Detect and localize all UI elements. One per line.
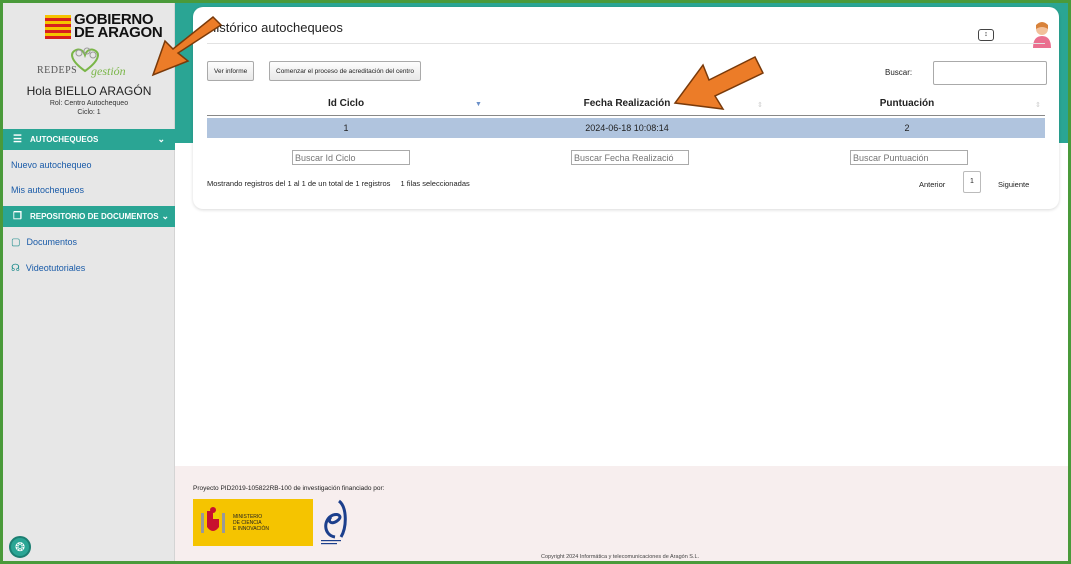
copyright-text: Copyright 2024 Informática y telecomunic…: [541, 554, 700, 560]
title-divider: [207, 43, 1045, 44]
link-label: Documentos: [26, 237, 77, 247]
sidebar-item-mis-autochequeos[interactable]: Mis autochequeos: [11, 185, 84, 195]
search-input[interactable]: [933, 61, 1047, 85]
user-cycle: Ciclo: 1: [77, 109, 101, 116]
sidebar-item-nuevo-autochequeo[interactable]: Nuevo autochequeo: [11, 160, 92, 170]
footer: Proyecto PID2019-105822RB-100 de investi…: [175, 466, 1068, 561]
chevron-down-icon: ⌄: [157, 134, 165, 144]
sidebar-item-documentos[interactable]: ▢ Documentos: [11, 237, 77, 248]
aragon-flag-icon: [45, 15, 71, 39]
table-info: Mostrando registros del 1 al 1 de un tot…: [207, 179, 470, 188]
brand-gestion: gestión: [91, 64, 126, 78]
ministry-logo: MINISTERIO DE CIENCIA E INNOVACIÓN: [193, 499, 313, 546]
document-icon: ▢: [11, 237, 21, 248]
user-role: Rol: Centro Autochequeo: [49, 100, 129, 107]
selected-info: 1 filas seleccionadas: [400, 179, 470, 188]
cookie-settings-button[interactable]: ❂: [9, 536, 31, 558]
link-label: Videotutoriales: [25, 263, 86, 273]
table-row[interactable]: 1 2024-06-18 10:08:14 2: [207, 118, 1045, 138]
chevron-down-icon: ⌄: [161, 211, 169, 221]
section-label: REPOSITORIO DE DOCUMENTOS: [29, 212, 159, 221]
coat-of-arms-icon: [201, 507, 225, 533]
cell-puntuacion: 2: [904, 123, 910, 133]
pager-next-button[interactable]: Siguiente: [998, 180, 1029, 189]
user-info: Hola BIELLO ARAGÓN Rol: Centro Autochequ…: [3, 84, 175, 116]
sort-icon[interactable]: ⇕: [1035, 101, 1041, 109]
sidebar-item-videotutoriales[interactable]: ☊ Videotutoriales: [11, 263, 85, 274]
headphones-icon: ☊: [11, 263, 20, 274]
column-header-puntuacion[interactable]: Puntuación: [769, 98, 1045, 109]
sort-desc-icon[interactable]: ▼: [475, 101, 482, 108]
sidebar-section-autochequeos[interactable]: ☰ AUTOCHEQUEOS ⌄: [3, 129, 175, 150]
research-agency-logo: [321, 499, 347, 545]
view-report-button[interactable]: Ver informe: [207, 61, 255, 81]
book-icon: ❐: [13, 211, 22, 222]
brand-redeps: REDEPS: [37, 65, 78, 76]
project-funding-text: Proyecto PID2019-105822RB-100 de investi…: [193, 485, 385, 492]
logo-line-2: DE ARAGON: [74, 24, 163, 41]
sort-icon[interactable]: ⇕: [757, 101, 763, 109]
theme-toggle-button[interactable]: ↕: [978, 29, 994, 41]
column-header-fecha[interactable]: Fecha Realización: [485, 98, 769, 109]
cookie-icon: ❂: [14, 540, 26, 554]
cell-id-ciclo: 1: [343, 123, 349, 133]
page-title: Histórico autochequeos: [207, 20, 343, 35]
user-greeting: Hola BIELLO ARAGÓN: [26, 84, 152, 98]
sidebar-section-repositorio[interactable]: ❐ REPOSITORIO DE DOCUMENTOS ⌄: [3, 206, 175, 227]
cell-fecha: 2024-06-18 10:08:14: [585, 123, 669, 133]
app-window: GOBIERNO DE ARAGON REDEPS gestión Hola B…: [0, 0, 1071, 564]
start-accreditation-button[interactable]: Comenzar el proceso de acreditación del …: [269, 61, 422, 81]
section-label: AUTOCHEQUEOS: [29, 135, 99, 144]
ministry-line-3: E INNOVACIÓN: [233, 526, 270, 532]
gobierno-aragon-logo: GOBIERNO DE ARAGON: [45, 12, 163, 43]
redeps-logo: REDEPS gestión: [33, 47, 143, 79]
column-header-id-ciclo[interactable]: Id Ciclo: [207, 98, 485, 109]
filter-puntuacion-input[interactable]: [850, 150, 968, 165]
table-header: Id Ciclo ▼ Fecha Realización ⇕ Puntuació…: [207, 92, 1045, 116]
filter-fecha-input[interactable]: [571, 150, 689, 165]
records-info: Mostrando registros del 1 al 1 de un tot…: [207, 179, 391, 188]
filter-id-ciclo-input[interactable]: [292, 150, 410, 165]
main-card: Histórico autochequeos ↕ Ver informe Com…: [193, 7, 1059, 209]
sidebar: GOBIERNO DE ARAGON REDEPS gestión Hola B…: [3, 3, 175, 561]
list-icon: ☰: [13, 134, 22, 145]
pager-previous-button[interactable]: Anterior: [919, 180, 945, 189]
search-label: Buscar:: [885, 68, 913, 77]
pager-page-button[interactable]: 1: [963, 171, 981, 193]
user-avatar-icon[interactable]: [1031, 21, 1053, 49]
results-table: Id Ciclo ▼ Fecha Realización ⇕ Puntuació…: [207, 92, 1045, 165]
